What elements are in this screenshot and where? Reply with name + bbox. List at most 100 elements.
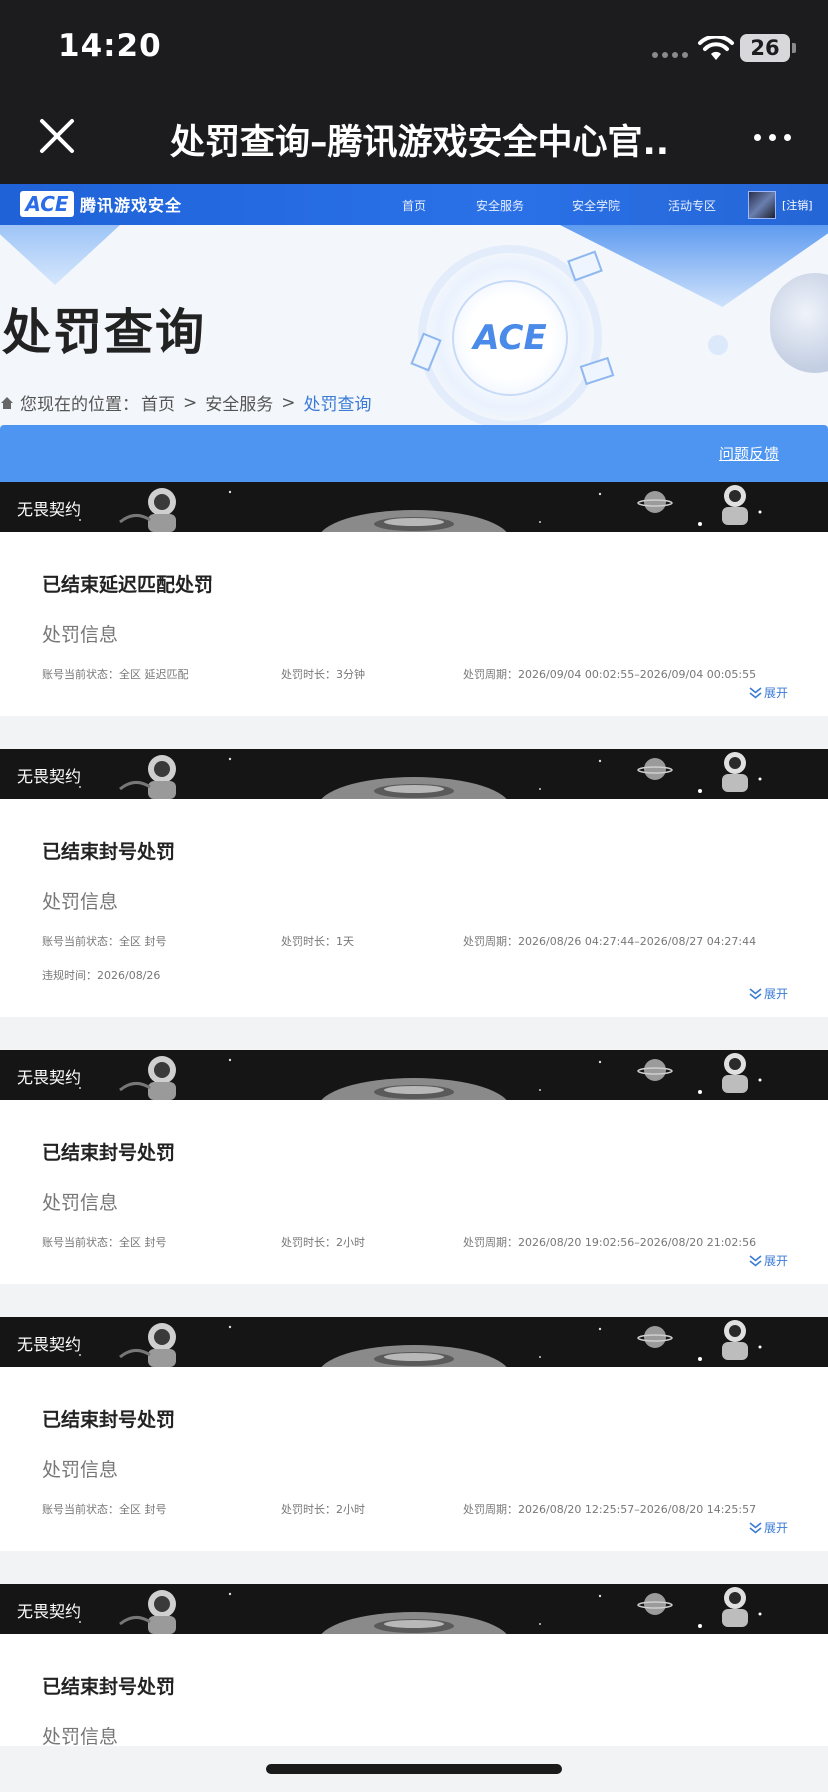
record-list: 无畏契约 已结束延迟匹配处罚 处罚信息 账号当前状态：全区 延迟匹配 处罚时长：… [0,482,828,1779]
expand-button[interactable]: 展开 [749,1519,788,1536]
expand-label: 展开 [763,987,788,1001]
record-card: 无畏契约 已结束封号处罚 处罚信息 账号当前状态：全区 封号 处罚时长：2小时 … [0,1317,828,1551]
breadcrumb-service[interactable]: 安全服务 [205,390,273,415]
game-banner: 无畏契约 [0,1317,828,1367]
expand-label: 展开 [763,1521,788,1535]
expand-row: 展开 [0,1250,828,1284]
game-name: 无畏契约 [17,1602,82,1621]
more-options-icon[interactable] [750,122,794,152]
close-icon[interactable] [36,115,78,157]
account-status: 账号当前状态：全区 封号 [42,1236,167,1249]
record-card: 无畏契约 已结束封号处罚 处罚信息 账号当前状态：全区 封号 处罚时长：1天 处… [0,749,828,1017]
account-status: 账号当前状态：全区 封号 [42,935,167,948]
penalty-period: 处罚周期：2026/08/20 19:02:56–2026/08/20 21:0… [463,1236,757,1249]
record-subtitle: 处罚信息 [42,1459,119,1481]
feedback-bar: 问题反馈 [0,425,828,482]
game-banner: 无畏契约 [0,1050,828,1100]
space-banner-art [0,749,828,799]
breadcrumb: 您现在的位置： 首页 > 安全服务 > 处罚查询 [0,390,372,415]
status-bar: 14:20 26 [0,0,828,90]
record-subtitle: 处罚信息 [42,624,119,646]
breadcrumb-sep: > [183,392,198,413]
record-subtitle: 处罚信息 [42,1192,119,1214]
record-title: 已结束封号处罚 [42,841,176,863]
site-logo[interactable]: ACE 腾讯游戏安全 [20,191,182,217]
chevron-down-icon [749,987,762,1000]
space-banner-art [0,482,828,532]
decor-triangle [0,225,120,285]
account-status: 账号当前状态：全区 封号 [42,1503,167,1516]
battery-nub [792,43,796,53]
expand-button[interactable]: 展开 [749,684,788,701]
record-detail-row: 账号当前状态：全区 封号 处罚时长：2小时 处罚周期：2026/08/20 19… [42,1234,786,1250]
nav-link-events[interactable]: 活动专区 [668,197,716,214]
game-banner: 无畏契约 [0,482,828,532]
nav-link-home[interactable]: 首页 [402,197,426,214]
chevron-down-icon [749,1521,762,1534]
record-body: 已结束封号处罚 处罚信息 账号当前状态：全区 封号 处罚时长：2小时 处罚周期：… [0,1100,828,1250]
decor-orb [708,335,728,355]
record-body: 已结束延迟匹配处罚 处罚信息 账号当前状态：全区 延迟匹配 处罚时长：3分钟 处… [0,532,828,682]
hero-title: 处罚查询 [2,304,207,361]
expand-row: 展开 [0,1517,828,1551]
penalty-duration: 处罚时长：3分钟 [281,668,365,681]
expand-button[interactable]: 展开 [749,985,788,1002]
penalty-duration: 处罚时长：2小时 [281,1236,365,1249]
expand-label: 展开 [763,1254,788,1268]
hero-banner: ACE 处罚查询 您现在的位置： 首页 > 安全服务 > 处罚查询 [0,225,828,425]
avatar[interactable] [748,191,776,219]
record-title: 已结束封号处罚 [42,1676,176,1698]
record-subtitle: 处罚信息 [42,1726,119,1748]
game-banner: 无畏契约 [0,749,828,799]
record-card: 无畏契约 已结束封号处罚 处罚信息 账号当前状态：全区 封号 处罚时长：2小时 … [0,1050,828,1284]
status-time: 14:20 [58,28,162,64]
penalty-period: 处罚周期：2026/08/26 04:27:44–2026/08/27 04:2… [463,935,757,948]
home-indicator [266,1764,562,1774]
site-header: ACE 腾讯游戏安全 首页 安全服务 安全学院 活动专区 [注销] [0,184,828,225]
expand-button[interactable]: 展开 [749,1252,788,1269]
space-banner-art [0,1317,828,1367]
game-name: 无畏契约 [17,767,82,786]
game-name: 无畏契约 [17,500,82,519]
record-subtitle: 处罚信息 [42,891,119,913]
home-icon [1,396,13,409]
space-banner-art [0,1050,828,1100]
page-title: 处罚查询–腾讯游戏安全中心官... [170,123,670,163]
record-title: 已结束延迟匹配处罚 [42,574,214,596]
chevron-down-icon [749,1254,762,1267]
violation-time: 违规时间：2026/08/26 [42,969,161,982]
battery-indicator: 26 [740,34,790,62]
game-banner: 无畏契约 [0,1584,828,1634]
record-detail-row: 账号当前状态：全区 封号 处罚时长：1天 处罚周期：2026/08/26 04:… [42,933,786,949]
penalty-period: 处罚周期：2026/09/04 00:02:55–2026/09/04 00:0… [463,668,757,681]
penalty-duration: 处罚时长：2小时 [281,1503,365,1516]
breadcrumb-prefix: 您现在的位置： [20,395,139,415]
expand-row: 展开 [0,682,828,716]
game-name: 无畏契约 [17,1068,82,1087]
expand-label: 展开 [763,686,788,700]
chevron-down-icon [749,686,762,699]
decor-statue [770,273,828,373]
record-card: 无畏契约 已结束封号处罚 处罚信息 账号当前状态： 处罚时长： 处罚周期： 违规… [0,1584,828,1748]
expand-row: 展开 [0,983,828,1017]
browser-nav-bar: 处罚查询–腾讯游戏安全中心官... [0,90,828,184]
nav-link-security-service[interactable]: 安全服务 [476,197,524,214]
hero-ace-logo: ACE [473,318,547,358]
breadcrumb-home[interactable]: 首页 [141,390,175,415]
penalty-duration: 处罚时长：1天 [281,935,354,948]
ace-logo-icon: ACE [20,191,74,217]
record-body: 已结束封号处罚 处罚信息 账号当前状态：全区 封号 处罚时长：1天 处罚周期：2… [0,799,828,983]
record-title: 已结束封号处罚 [42,1409,176,1431]
account-status: 账号当前状态：全区 延迟匹配 [42,668,189,681]
nav-link-security-academy[interactable]: 安全学院 [572,197,620,214]
logout-link[interactable]: [注销] [782,197,813,213]
penalty-period: 处罚周期：2026/08/20 12:25:57–2026/08/20 14:2… [463,1503,757,1516]
record-detail-row: 账号当前状态：全区 封号 处罚时长：2小时 处罚周期：2026/08/20 12… [42,1501,786,1517]
record-body: 已结束封号处罚 处罚信息 账号当前状态：全区 封号 处罚时长：2小时 处罚周期：… [0,1367,828,1517]
breadcrumb-current: 处罚查询 [303,395,372,415]
wifi-icon [698,36,734,60]
signal-icon [652,52,688,58]
record-body: 已结束封号处罚 处罚信息 账号当前状态： 处罚时长： 处罚周期： 违规时间： [0,1634,828,1748]
feedback-link[interactable]: 问题反馈 [719,443,779,464]
space-banner-art [0,1584,828,1634]
